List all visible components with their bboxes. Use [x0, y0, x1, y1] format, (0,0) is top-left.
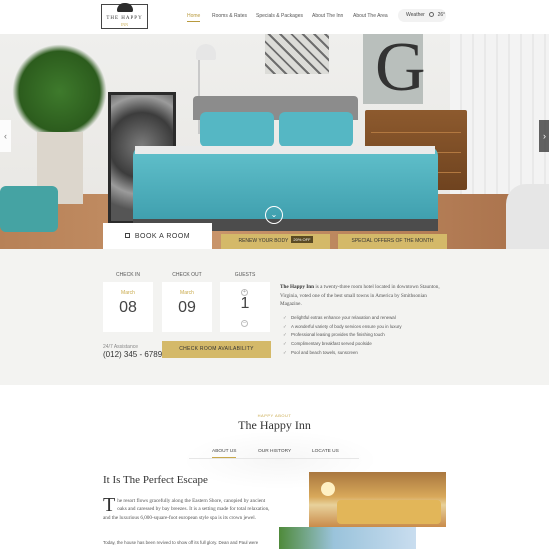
book-a-room-label: BOOK A ROOM [134, 233, 191, 240]
checkin-day: 08 [119, 299, 137, 316]
section-heading: It Is The Perfect Escape [103, 474, 208, 486]
ottoman [0, 186, 58, 232]
weather-widget[interactable]: Weather 26° [398, 9, 446, 22]
pillow-right [279, 112, 353, 147]
guests-plus-icon[interactable]: + [241, 289, 248, 296]
site-header: THE HAPPY INN Home Rooms & Rates Special… [0, 0, 549, 34]
chair [506, 184, 549, 249]
story-text: The resort flows gracefully along the Ea… [103, 494, 271, 522]
calendar-icon [124, 233, 130, 238]
hero-slider: G ‹ › ⌄ [0, 34, 549, 249]
guests-stepper: + 1 – [220, 282, 270, 332]
tree-icon [117, 3, 133, 12]
scroll-down-icon[interactable]: ⌄ [265, 206, 283, 224]
amenity-item: Delightful extras enhance your relaxatio… [283, 314, 402, 323]
room-photo [309, 472, 446, 527]
weather-label: Weather [406, 12, 425, 18]
promo-renew-body[interactable]: RENEW YOUR BODY 20% OFF [221, 234, 330, 249]
bed-throw [135, 146, 435, 154]
intro-text: The Happy Inn is a twenty-three room hot… [280, 283, 445, 309]
logo-sub: INN [120, 22, 129, 27]
logo-name: THE HAPPY [106, 16, 143, 21]
story-body: he resort flows gracefully along the Eas… [103, 498, 270, 521]
nav-specials-packages[interactable]: Specials & Packages [256, 13, 303, 19]
phone-number[interactable]: (012) 345 - 6789 [103, 350, 162, 359]
floor-lamp [196, 44, 216, 60]
promo-special-offers[interactable]: SPECIAL OFFERS OF THE MONTH [338, 234, 447, 249]
check-availability-button[interactable]: CHECK ROOM AVAILABILITY [162, 341, 271, 358]
amenity-item: Pool and beach towels, sunscreen [283, 349, 402, 358]
amenity-item: Complimentary breakfast served poolside [283, 340, 402, 349]
photo-bed [337, 500, 441, 524]
pillow-left [200, 112, 274, 147]
story-text-2: Today, the house has been revived to sho… [103, 540, 259, 545]
wall-art-letter: G [363, 34, 426, 106]
tab-our-history[interactable]: OUR HISTORY [258, 449, 291, 454]
checkin-month: March [121, 290, 135, 296]
discount-badge: 20% OFF [291, 236, 313, 243]
amenity-item: A wonderful variety of body services ens… [283, 323, 402, 332]
book-a-room-tab[interactable]: BOOK A ROOM [103, 223, 212, 249]
tabs-divider [189, 458, 359, 459]
guests-count: 1 [240, 295, 250, 312]
resort-photo [279, 527, 416, 549]
tab-locate-us[interactable]: LOCATE US [312, 449, 339, 454]
nav-about-the-area[interactable]: About The Area [353, 13, 388, 19]
slider-prev-icon[interactable]: ‹ [0, 120, 11, 152]
booking-section: CHECK IN CHECK OUT GUESTS March 08 March… [0, 249, 549, 385]
nav-about-the-inn[interactable]: About The Inn [312, 13, 343, 19]
logo[interactable]: THE HAPPY INN [101, 3, 148, 29]
lamp-glow [321, 482, 335, 496]
bed [133, 146, 438, 221]
checkin-date-picker[interactable]: March 08 [103, 282, 153, 332]
checkout-month: March [180, 290, 194, 296]
amenities-list: Delightful extras enhance your relaxatio… [283, 314, 402, 358]
plant-image [12, 44, 107, 139]
slider-next-icon[interactable]: › [539, 120, 549, 152]
checkin-label: CHECK IN [116, 272, 140, 278]
tab-about-us[interactable]: ABOUT US [212, 449, 237, 458]
intro-name: The Happy Inn [280, 284, 315, 290]
guests-minus-icon[interactable]: – [241, 320, 248, 327]
weather-temp: 26° [437, 12, 446, 18]
checkout-date-picker[interactable]: March 09 [162, 282, 212, 332]
checkout-day: 09 [178, 299, 196, 316]
wall-art-geometric [265, 34, 329, 74]
about-title: The Happy Inn [238, 418, 311, 432]
nav-home[interactable]: Home [187, 13, 201, 22]
nav-rooms-rates[interactable]: Rooms & Rates [212, 13, 247, 19]
checkout-label: CHECK OUT [172, 272, 202, 278]
promo-renew-label: RENEW YOUR BODY [238, 238, 289, 244]
guests-label: GUESTS [234, 272, 256, 278]
weather-icon [429, 12, 435, 17]
amenity-item: Professional leasing provides the finish… [283, 331, 402, 340]
drop-cap: T [103, 494, 116, 516]
